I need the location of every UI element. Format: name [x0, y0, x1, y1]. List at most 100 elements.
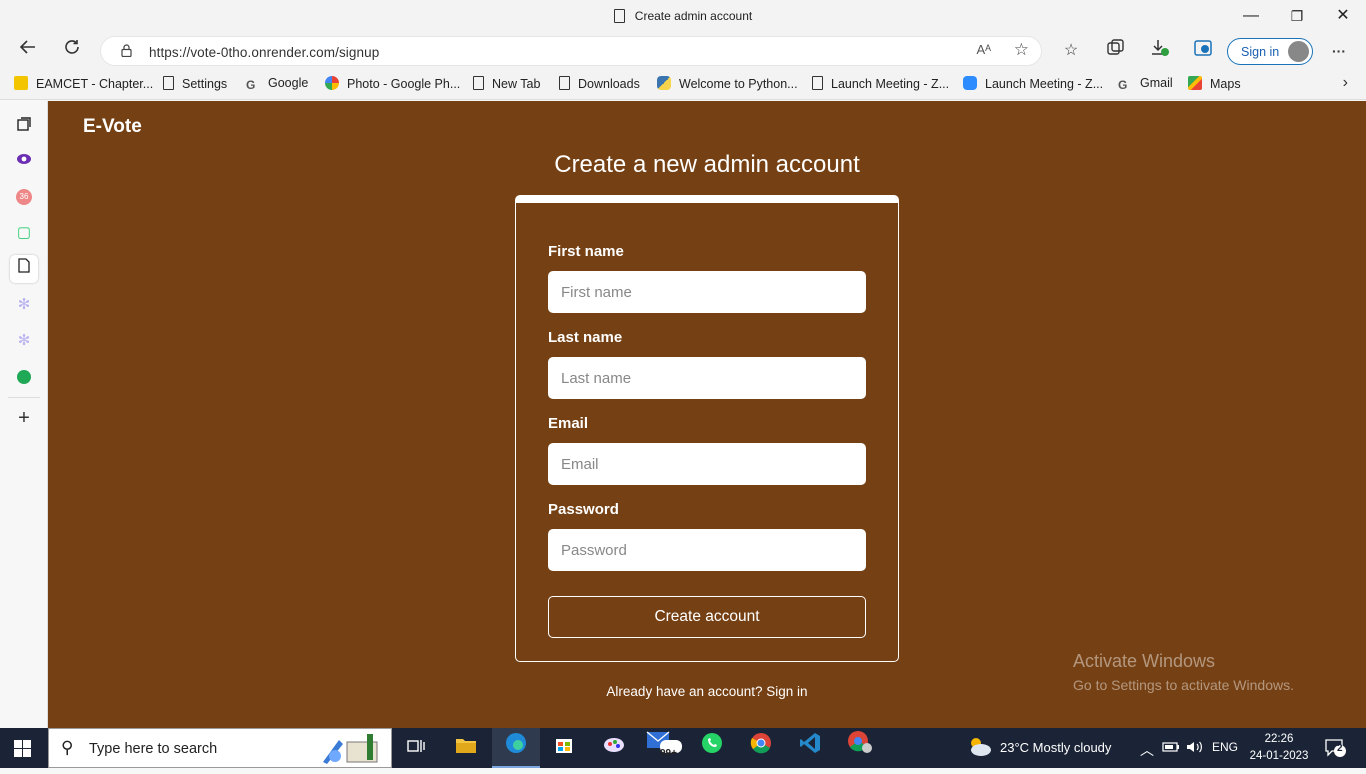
lock-icon: [121, 44, 132, 57]
bookmark-item[interactable]: New Tab: [473, 76, 540, 91]
eye-app-icon[interactable]: [10, 147, 38, 175]
language-indicator[interactable]: ENG: [1212, 740, 1238, 754]
first-name-label: First name: [548, 243, 624, 260]
bookmark-item[interactable]: Settings: [163, 76, 227, 91]
back-arrow-icon: [19, 40, 35, 54]
bookmark-label: Launch Meeting - Z...: [985, 77, 1104, 91]
python-icon: [657, 76, 671, 90]
windows-start-icon[interactable]: [14, 740, 31, 757]
vscode-icon[interactable]: [786, 728, 834, 768]
downloads-icon[interactable]: [1147, 39, 1173, 63]
google-icon: G: [1118, 78, 1128, 92]
store-icon[interactable]: [540, 728, 588, 768]
page-icon: [613, 9, 625, 23]
search-icon: ⚲: [61, 738, 74, 757]
page-icon: [163, 76, 174, 90]
google-icon: G: [246, 78, 256, 92]
mail-icon[interactable]: 99+: [640, 728, 688, 768]
collections-icon[interactable]: [1102, 39, 1128, 63]
settings-app-icon[interactable]: ✻: [10, 291, 38, 319]
favorites-icon[interactable]: ☆: [1058, 39, 1084, 63]
page-content: E-Vote Create a new admin account First …: [48, 101, 1366, 728]
bookmark-item[interactable]: Welcome to Python...: [657, 76, 798, 91]
bookmark-item[interactable]: Launch Meeting - Z...: [963, 76, 1103, 91]
email-label: Email: [548, 415, 589, 432]
activation-watermark-title: Activate Windows: [1073, 651, 1216, 671]
edge-bar-icon[interactable]: [1190, 39, 1216, 63]
zoom-icon: [963, 76, 977, 90]
minimize-button[interactable]: —: [1228, 0, 1274, 34]
bookmark-item[interactable]: G Google: [246, 76, 308, 92]
task-view-icon[interactable]: [392, 728, 440, 768]
calendar-app-icon[interactable]: 36: [10, 183, 38, 211]
paint-icon[interactable]: [590, 728, 638, 768]
settings-app-icon[interactable]: ✻: [10, 327, 38, 355]
page-icon: [559, 76, 570, 90]
email-input[interactable]: [548, 443, 866, 485]
weather-text[interactable]: 23°C Mostly cloudy: [1000, 740, 1111, 755]
first-name-input[interactable]: [548, 271, 866, 313]
bookmark-item[interactable]: Photo - Google Ph...: [325, 76, 460, 91]
tablet-app-icon[interactable]: ▢: [10, 219, 38, 247]
whatsapp-icon[interactable]: [688, 728, 736, 768]
maximize-button[interactable]: ❐: [1274, 0, 1320, 34]
read-aloud-icon[interactable]: Aᴬ: [976, 42, 991, 57]
maps-icon: [1188, 76, 1202, 90]
bookmark-label: Settings: [182, 77, 228, 91]
chrome-icon[interactable]: [737, 728, 785, 768]
battery-icon[interactable]: [1162, 740, 1180, 757]
volume-icon[interactable]: [1186, 740, 1204, 757]
browser-toolbar: https://vote-0tho.onrender.com/signup Aᴬ…: [0, 34, 1366, 68]
notifications-icon[interactable]: 2: [1325, 738, 1347, 758]
refresh-icon: [65, 40, 79, 54]
bookmark-label: New Tab: [492, 77, 541, 91]
tab-actions-icon[interactable]: [10, 113, 38, 141]
bookmark-label: EAMCET - Chapter...: [36, 77, 154, 91]
window-title-text: Create admin account: [634, 9, 753, 23]
window-title-bar: Create admin account — ❐ ✕: [0, 0, 1366, 34]
bookmark-item[interactable]: G Gmail: [1118, 76, 1173, 92]
url-text[interactable]: https://vote-0tho.onrender.com/signup: [149, 45, 379, 60]
back-button[interactable]: [14, 38, 42, 64]
password-input[interactable]: [548, 529, 866, 571]
window-title: Create admin account: [0, 9, 1366, 23]
bookmark-label: Gmail: [1140, 76, 1173, 90]
edge-taskbar-icon[interactable]: [492, 728, 540, 768]
search-placeholder: Type here to search: [89, 741, 218, 757]
taskbar-search[interactable]: ⚲ Type here to search: [48, 728, 392, 768]
calendar-badge: 36: [16, 189, 32, 206]
chrome-profile-icon[interactable]: [836, 728, 884, 768]
eamcet-icon: [14, 76, 28, 90]
refresh-button[interactable]: [58, 38, 86, 64]
password-label: Password: [548, 501, 619, 518]
chevron-up-icon[interactable]: ︿: [1140, 740, 1154, 760]
bookmark-item[interactable]: Launch Meeting - Z...: [812, 76, 949, 91]
last-name-input[interactable]: [548, 357, 866, 399]
more-options-icon[interactable]: ···: [1326, 39, 1352, 63]
clock-time: 22:26: [1264, 733, 1294, 745]
browser-sidebar: 36 ▢ ✻ ✻ +: [0, 101, 48, 728]
bookmark-item[interactable]: EAMCET - Chapter...: [14, 76, 153, 91]
whatsapp-icon[interactable]: [10, 363, 38, 391]
bookmark-item[interactable]: Downloads: [559, 76, 640, 91]
search-highlight-icon: [323, 734, 378, 764]
bookmark-item[interactable]: Maps: [1188, 76, 1241, 91]
create-account-button[interactable]: Create account: [548, 596, 866, 638]
add-icon[interactable]: +: [10, 404, 38, 432]
add-favorite-icon[interactable]: ☆: [1014, 40, 1029, 60]
clock[interactable]: 22:26 24-01-2023: [1244, 731, 1314, 765]
signup-form-card: First name Last name Email Password Crea…: [515, 195, 899, 662]
address-bar[interactable]: https://vote-0tho.onrender.com/signup Aᴬ…: [100, 36, 1042, 66]
profile-signin-button[interactable]: Sign in: [1227, 38, 1313, 65]
chevron-right-icon[interactable]: ›: [1343, 74, 1348, 92]
file-explorer-icon[interactable]: [442, 728, 490, 768]
photos-icon: [325, 76, 339, 90]
bookmark-label: Google: [268, 76, 309, 90]
brand-logo[interactable]: E-Vote: [83, 116, 142, 138]
close-button[interactable]: ✕: [1320, 0, 1366, 34]
bookmark-label: Downloads: [578, 77, 640, 91]
page-icon[interactable]: [10, 255, 38, 283]
favorites-bar: EAMCET - Chapter... Settings G Google Pho…: [0, 68, 1366, 100]
page-icon: [812, 76, 823, 90]
weather-icon[interactable]: [966, 735, 992, 760]
